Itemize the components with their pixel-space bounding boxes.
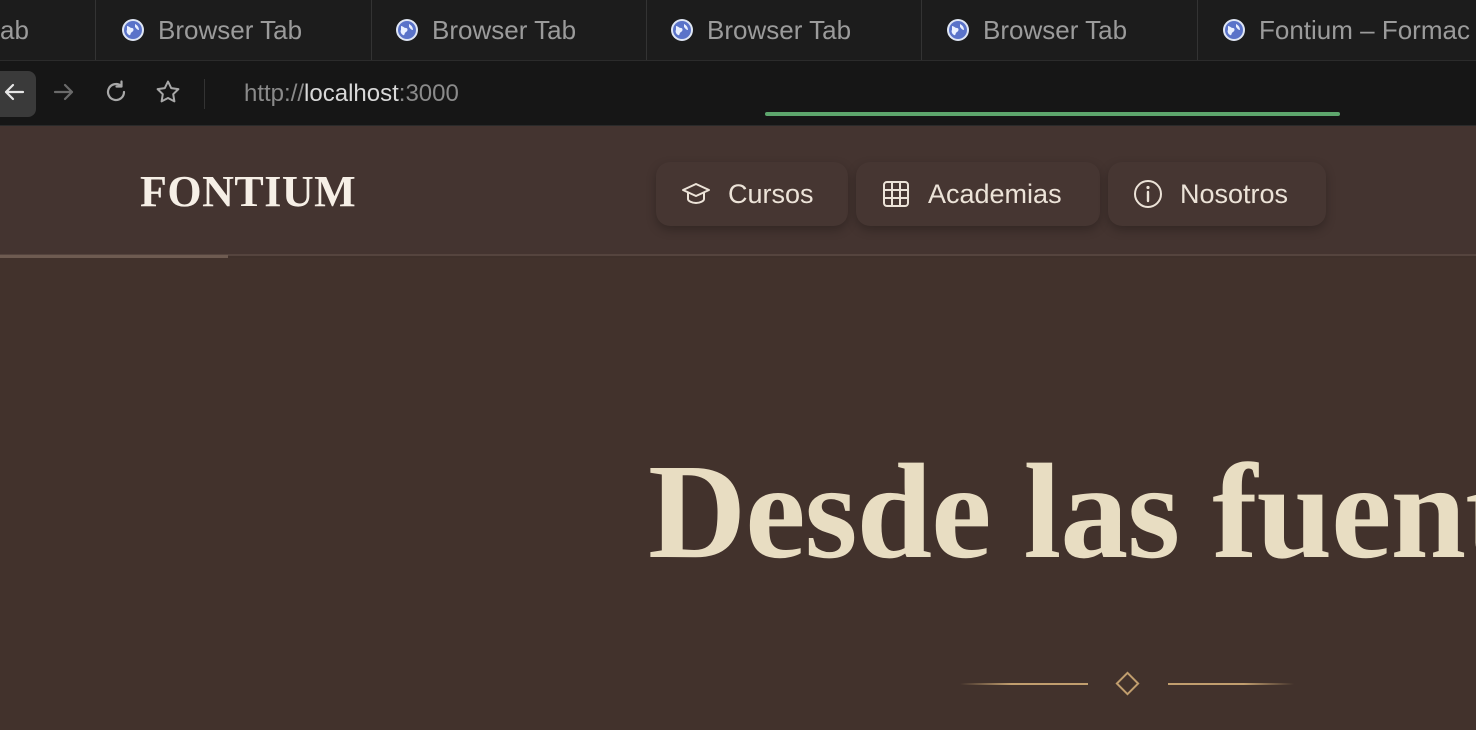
url-port: :3000	[398, 80, 459, 107]
browser-tab-active[interactable]: Fontium – Formac	[1198, 0, 1476, 60]
globe-icon	[946, 18, 970, 42]
nav-nosotros-button[interactable]: Nosotros	[1108, 162, 1326, 226]
browser-toolbar: http://localhost:3000	[0, 60, 1476, 126]
url-host: localhost	[304, 80, 399, 107]
tab-label: Browser Tab	[707, 14, 852, 45]
star-icon	[154, 78, 182, 111]
back-button[interactable]	[0, 71, 36, 117]
site-header: FONTIUM Cursos Academias Nosotros	[0, 126, 1476, 256]
ornament-line-left	[960, 683, 1088, 685]
bookmark-button[interactable]	[146, 71, 190, 117]
tab-label: Fontium – Formac	[1259, 14, 1470, 45]
forward-button[interactable]	[42, 71, 86, 117]
browser-tab[interactable]: Browser Tab	[372, 0, 647, 60]
toolbar-divider	[204, 79, 205, 109]
globe-icon	[395, 18, 419, 42]
page-load-progress	[765, 112, 1340, 116]
info-icon	[1132, 178, 1164, 210]
site-logo[interactable]: FONTIUM	[140, 166, 356, 217]
grid-icon	[880, 178, 912, 210]
url-scheme: http://	[244, 80, 305, 107]
tab-label: Browser Tab	[983, 14, 1128, 45]
hero-title: Desde las fuent	[648, 437, 1476, 587]
browser-tab[interactable]: Browser Tab	[647, 0, 922, 60]
globe-icon	[670, 18, 694, 42]
nav-academias-button[interactable]: Academias	[856, 162, 1100, 226]
arrow-right-icon	[51, 79, 77, 110]
browser-tab-bar: ab Browser Tab Browser Tab Browser Tab B…	[0, 0, 1476, 60]
tab-label: Browser Tab	[158, 14, 303, 45]
address-bar[interactable]: http://localhost:3000	[244, 79, 459, 109]
graduation-cap-icon	[680, 178, 712, 210]
globe-icon	[1222, 18, 1246, 42]
tab-label: ab	[0, 14, 29, 45]
browser-tab[interactable]: Browser Tab	[96, 0, 372, 60]
browser-tab[interactable]: ab	[0, 0, 96, 60]
ornament-line-right	[1168, 683, 1294, 685]
browser-tab[interactable]: Browser Tab	[922, 0, 1198, 60]
nav-label: Nosotros	[1180, 178, 1289, 209]
globe-icon	[121, 18, 145, 42]
diamond-ornament-icon	[1115, 671, 1140, 696]
arrow-left-icon	[1, 79, 27, 110]
reload-button[interactable]	[94, 71, 138, 117]
nav-cursos-button[interactable]: Cursos	[656, 162, 848, 226]
hero-section: Desde las fuent	[0, 258, 1476, 730]
reload-icon	[102, 78, 130, 111]
nav-label: Cursos	[728, 178, 814, 209]
tab-label: Browser Tab	[432, 14, 577, 45]
nav-label: Academias	[928, 178, 1062, 209]
